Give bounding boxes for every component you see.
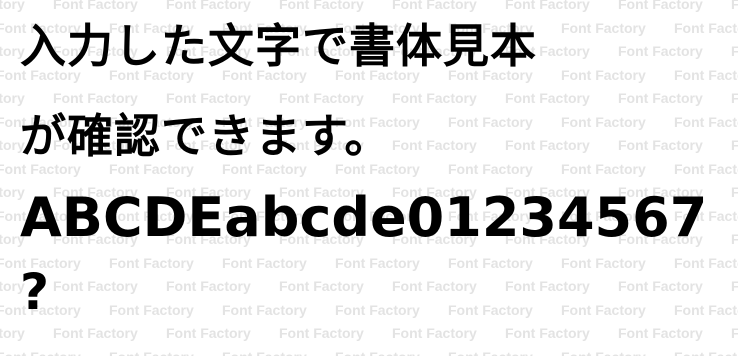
watermark-text: Font Factory — [392, 90, 477, 106]
watermark-text: Font Factory — [674, 254, 738, 271]
watermark-text: Font Factory — [561, 254, 646, 271]
watermark-text: Font Factory — [279, 325, 364, 341]
watermark-text: Font Factory — [731, 278, 738, 294]
watermark-text: Font Factory — [731, 184, 738, 200]
watermark-row: Font Factory Font Factory Font Factory Font… — [0, 278, 738, 294]
watermark-text: Font Factory — [109, 349, 222, 356]
watermark-text: Font Factory — [618, 278, 703, 294]
watermark-text: Font Factory — [392, 325, 477, 341]
watermark-text: Font Factory — [674, 66, 738, 83]
watermark-text: Font Factory — [166, 0, 251, 12]
watermark-text: Font Factory — [53, 278, 138, 294]
watermark-text: Font Factory — [561, 66, 646, 83]
watermark-text: Font Factory — [392, 0, 477, 12]
watermark-text: Font Factory — [392, 137, 477, 153]
watermark-text: Font Factory — [505, 278, 590, 294]
specimen-line-2: が確認できます。 — [20, 109, 392, 163]
watermark-text: Font Factory — [166, 90, 251, 106]
watermark-row: Font FactoryFont FactoryFont FactoryFont… — [0, 349, 738, 356]
watermark-text: Font Factory — [731, 0, 738, 12]
watermark-text: Font Factory — [279, 278, 364, 294]
watermark-text: Font Factory — [109, 301, 194, 318]
watermark-text: Font Factory — [392, 278, 477, 294]
watermark-text: Font Factory — [448, 160, 533, 177]
watermark-text: Font Factory — [335, 349, 448, 356]
watermark-text: Font Factory — [674, 160, 738, 177]
watermark-text: Font Factory — [731, 137, 738, 153]
watermark-text: Font Factory — [674, 19, 738, 36]
watermark-text: Font Factory — [0, 254, 81, 271]
watermark-text: Font Factory — [222, 254, 307, 271]
watermark-text: Font Factory — [731, 231, 738, 247]
watermark-text: Font Factory — [448, 113, 533, 130]
watermark-text: Font Factory — [0, 325, 25, 341]
specimen-line-1: 入力した文字で書体見本 — [20, 19, 537, 73]
watermark-text: Font Factory — [618, 43, 703, 59]
watermark-text: Font Factory — [505, 90, 590, 106]
watermark-text: Font Factory — [448, 349, 561, 356]
watermark-row: Font Factory Font Factory Font Factory Font… — [0, 325, 738, 341]
watermark-text: Font Factory — [109, 254, 194, 271]
watermark-text: Font Factory — [561, 349, 674, 356]
watermark-text: Font Factory — [618, 137, 703, 153]
watermark-text: Font Factory — [448, 301, 533, 318]
watermark-text: Font Factory — [0, 0, 25, 12]
watermark-text: Font Factory — [618, 325, 703, 341]
watermark-text: Font Factory — [505, 137, 590, 153]
watermark-text: Font Factory — [166, 278, 251, 294]
watermark-text: Font Factory — [53, 325, 138, 341]
watermark-text: Font Factory — [166, 325, 251, 341]
watermark-row: Font Factory Font Factory Font Factory Font… — [0, 302, 738, 318]
watermark-text: Font Factory — [731, 43, 738, 59]
watermark-text: Font Factory — [53, 90, 138, 106]
watermark-text: Font Factory — [53, 0, 138, 12]
watermark-text: Font Factory — [618, 90, 703, 106]
watermark-text: Font Factory — [731, 325, 738, 341]
watermark-text: Font Factory — [561, 160, 646, 177]
watermark-text: Font Factory — [674, 113, 738, 130]
watermark-text: Font Factory — [505, 0, 590, 12]
watermark-text: Font Factory — [561, 113, 646, 130]
watermark-text: Font Factory — [0, 349, 109, 356]
watermark-text: Font Factory — [335, 301, 420, 318]
watermark-row: Font Factory Font Factory Font Factory Font… — [0, 0, 738, 12]
watermark-text: Font Factory — [561, 19, 646, 36]
watermark-text: Font Factory — [448, 254, 533, 271]
watermark-text: Font Factory — [279, 90, 364, 106]
watermark-text: Font Factory — [222, 349, 335, 356]
watermark-text: Font Factory — [731, 90, 738, 106]
specimen-line-4: ? — [20, 263, 51, 321]
watermark-row: Font Factory Font Factory Font Factory Font… — [0, 90, 738, 106]
watermark-text: Font Factory — [0, 301, 81, 318]
watermark-text: Font Factory — [561, 301, 646, 318]
specimen-line-3: ABCDEabcde01234567 — [20, 186, 708, 249]
watermark-text: Font Factory — [674, 301, 738, 318]
watermark-text: Font Factory — [505, 325, 590, 341]
watermark-text: Font Factory — [222, 301, 307, 318]
watermark-text: Font Factory — [279, 0, 364, 12]
watermark-text: Font Factory — [674, 349, 738, 356]
watermark-text: Font Factory — [335, 254, 420, 271]
watermark-text: Font Factory — [0, 90, 25, 106]
watermark-text: Font Factory — [618, 0, 703, 12]
watermark-row: Font Factory Font Factory Font Factory Font… — [0, 255, 738, 271]
